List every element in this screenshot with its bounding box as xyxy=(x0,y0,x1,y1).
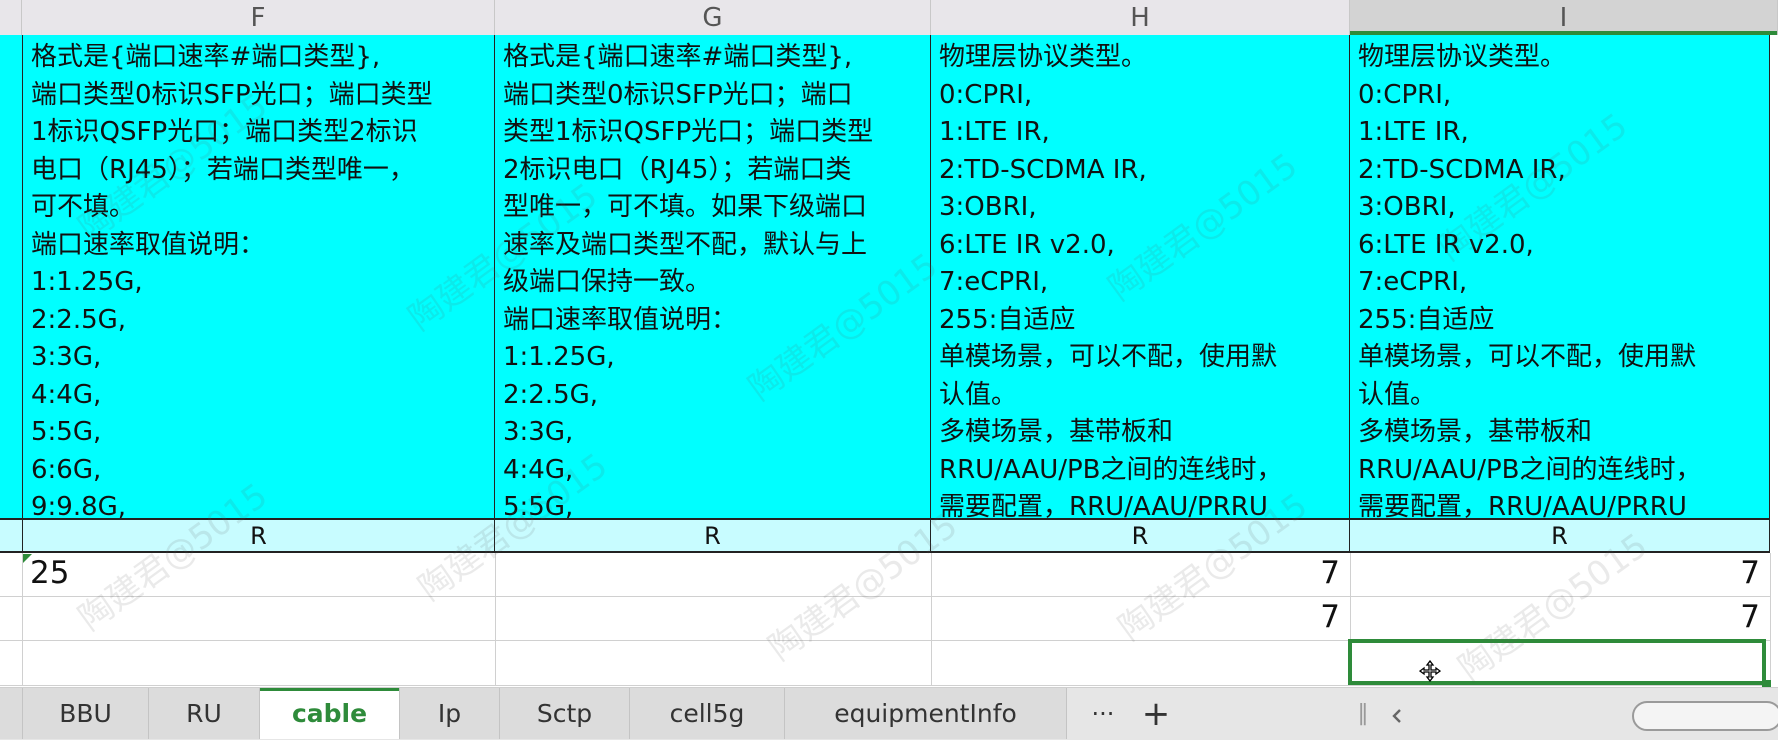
column-header-F[interactable]: F xyxy=(22,0,495,35)
text-line: 格式是{端口速率#端口类型}, xyxy=(503,42,853,72)
text-line: 单模场景，可以不配，使用默 xyxy=(939,342,1278,372)
grid-line xyxy=(0,685,1770,686)
cell-H-access[interactable]: R xyxy=(931,518,1350,553)
sheet-tab-sctp[interactable]: Sctp xyxy=(500,688,630,739)
text-line: RRU/AAU/PB之间的连线时， xyxy=(1358,454,1702,485)
text-line: 7:eCPRI, xyxy=(1358,267,1468,297)
text-line: 2:TD-SCDMA IR, xyxy=(939,154,1147,185)
text-line: 1:1.25G, xyxy=(31,267,143,297)
text-line: 物理层协议类型。 xyxy=(1358,42,1567,72)
text-line: 2标识电口（RJ45）；若端口类 xyxy=(503,154,852,185)
text-line: 6:LTE IR v2.0, xyxy=(1358,229,1534,260)
column-header-H[interactable]: H xyxy=(931,0,1350,35)
cell-E-access[interactable] xyxy=(0,518,23,553)
sheet-tab-ip[interactable]: Ip xyxy=(400,688,500,739)
cell-selection[interactable] xyxy=(1348,639,1766,685)
more-sheets-icon[interactable]: ··· xyxy=(1083,688,1123,739)
grid-line xyxy=(22,553,23,686)
text-line: 格式是{端口速率#端口类型}, xyxy=(31,42,381,72)
cell-G-access[interactable]: R xyxy=(495,518,931,553)
grid-line xyxy=(931,553,932,686)
text-line: 6:6G, xyxy=(31,454,102,485)
divider-handle-icon[interactable]: ‖ xyxy=(1355,688,1371,739)
sheet-tab-equipmentinfo[interactable]: equipmentInfo xyxy=(785,688,1067,739)
text-line: 需要配置，RRU/AAU/PRRU xyxy=(1358,492,1687,518)
text-line: 1:1.25G, xyxy=(503,342,615,372)
text-line: 电口（RJ45）；若端口类型唯一， xyxy=(31,154,415,185)
grid-line xyxy=(495,553,496,686)
text-line: 9:9.8G, xyxy=(31,492,127,518)
text-line: 5:5G, xyxy=(503,492,574,518)
cell-F-row1[interactable]: 25 xyxy=(30,555,69,591)
text-line: 6:LTE IR v2.0, xyxy=(939,229,1115,260)
text-line: 0:CPRI, xyxy=(1358,79,1452,110)
cell-H-description[interactable]: 物理层协议类型。 0:CPRI, 1:LTE IR, 2:TD-SCDMA IR… xyxy=(931,35,1350,518)
text-line: 单模场景，可以不配，使用默 xyxy=(1358,342,1697,372)
text-line: 速率及端口类型不配，默认与上 xyxy=(503,229,868,260)
cell-F-description[interactable]: 格式是{端口速率#端口类型}, 端口类型0标识SFP光口；端口类型 1标识QSF… xyxy=(23,35,495,518)
text-line: 1标识QSFP光口；端口类型2标识 xyxy=(31,117,418,147)
text-line: 255:自适应 xyxy=(1358,304,1495,335)
text-line: 0:CPRI, xyxy=(939,79,1033,110)
text-line: 物理层协议类型。 xyxy=(939,42,1148,72)
cell-H-row2[interactable]: 7 xyxy=(1240,599,1340,635)
text-line: 3:OBRI, xyxy=(939,192,1037,222)
scroll-left-icon[interactable] xyxy=(1390,706,1404,726)
text-line: 需要配置，RRU/AAU/PRRU xyxy=(939,492,1268,518)
text-line: 认值。 xyxy=(1358,379,1437,410)
text-line: 255:自适应 xyxy=(939,304,1076,335)
comment-marker xyxy=(23,554,32,563)
text-line: 端口速率取值说明： xyxy=(31,229,266,260)
column-header-G[interactable]: G xyxy=(495,0,931,35)
move-cursor-icon xyxy=(1419,660,1441,682)
add-sheet-icon[interactable]: + xyxy=(1136,688,1176,739)
cell-G-description[interactable]: 格式是{端口速率#端口类型}, 端口类型0标识SFP光口；端口 类型1标识QSF… xyxy=(495,35,931,518)
text-line: 可不填。 xyxy=(31,192,136,222)
text-line: 3:OBRI, xyxy=(1358,192,1456,222)
text-line: 多模场景，基带板和 xyxy=(1358,417,1593,447)
sheet-tab-bbu[interactable]: BBU xyxy=(23,688,149,739)
cell-H-row1[interactable]: 7 xyxy=(1240,555,1340,591)
text-line: 4:4G, xyxy=(503,454,574,485)
text-line: 2:TD-SCDMA IR, xyxy=(1358,154,1566,185)
text-line: 1:LTE IR, xyxy=(939,117,1050,147)
cell-F-access[interactable]: R xyxy=(23,518,495,553)
text-line: 5:5G, xyxy=(31,417,102,447)
text-line: 3:3G, xyxy=(503,417,574,447)
column-header-E-partial[interactable] xyxy=(0,0,22,35)
text-line: 2:2.5G, xyxy=(503,379,599,410)
text-line: 端口类型0标识SFP光口；端口 xyxy=(503,79,853,110)
sheet-tab-ru[interactable]: RU xyxy=(149,688,260,739)
text-line: 类型1标识QSFP光口；端口类型 xyxy=(503,117,874,147)
sheet-tab-cable[interactable]: cable xyxy=(260,688,400,739)
text-line: 端口速率取值说明： xyxy=(503,304,738,335)
grid-line xyxy=(1770,553,1771,686)
text-line: 级端口保持一致。 xyxy=(503,267,712,297)
text-line: RRU/AAU/PB之间的连线时， xyxy=(939,454,1283,485)
text-line: 7:eCPRI, xyxy=(939,267,1049,297)
sheet-tab-partial[interactable] xyxy=(0,688,23,739)
cell-E-partial[interactable] xyxy=(0,35,23,518)
text-line: 型唯一，可不填。如果下级端口 xyxy=(503,192,868,222)
text-line: 3:3G, xyxy=(31,342,102,372)
grid-line xyxy=(0,596,1770,597)
column-header-I[interactable]: I xyxy=(1350,0,1778,35)
cell-I-description[interactable]: 物理层协议类型。 0:CPRI, 1:LTE IR, 2:TD-SCDMA IR… xyxy=(1350,35,1770,518)
text-line: 认值。 xyxy=(939,379,1018,410)
text-line: 多模场景，基带板和 xyxy=(939,417,1174,447)
cell-I-row2[interactable]: 7 xyxy=(1660,599,1760,635)
text-line: 2:2.5G, xyxy=(31,304,127,335)
text-line: 1:LTE IR, xyxy=(1358,117,1469,147)
horizontal-scrollbar-thumb[interactable] xyxy=(1632,701,1778,731)
text-line: 4:4G, xyxy=(31,379,102,410)
cell-I-access[interactable]: R xyxy=(1350,518,1770,553)
cell-I-row1[interactable]: 7 xyxy=(1660,555,1760,591)
text-line: 端口类型0标识SFP光口；端口类型 xyxy=(31,79,433,110)
sheet-tab-cell5g[interactable]: cell5g xyxy=(630,688,785,739)
